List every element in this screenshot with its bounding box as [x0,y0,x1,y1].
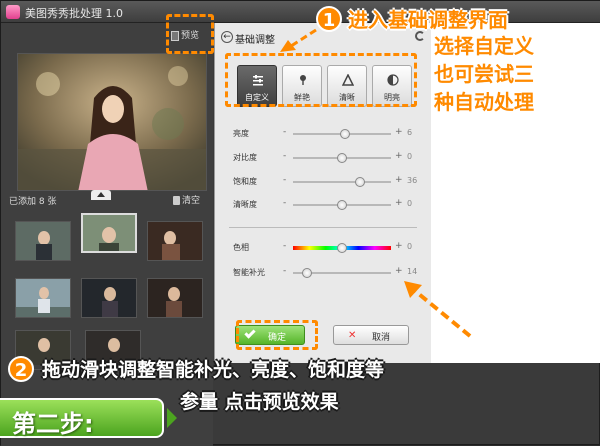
step-banner-text: 第二步: [12,410,94,438]
step1-line-3: 也可尝试三 [434,62,534,86]
step2-line-1: 拖动滑块调整智能补光、亮度、饱和度等 [42,359,385,381]
step-banner: 第二步: [0,398,164,438]
step1-line-2: 选择自定义 [434,34,534,58]
banner-arrow-icon [167,408,177,428]
step2-line-2: 参量 点击预览效果 [180,391,339,413]
step1-line-1: 进入基础调整界面 [348,8,508,32]
step-one-marker: 1 [316,6,342,32]
step-two-marker: 2 [8,356,34,382]
step1-line-4: 种自动处理 [434,90,534,114]
